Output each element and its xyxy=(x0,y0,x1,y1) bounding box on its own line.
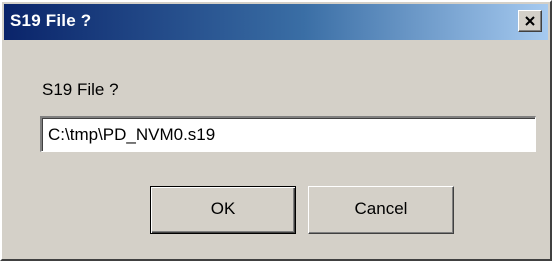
title-bar[interactable]: S19 File ? xyxy=(4,4,548,40)
ok-button[interactable]: OK xyxy=(150,186,296,234)
file-path-input[interactable] xyxy=(40,116,536,152)
close-button[interactable] xyxy=(518,10,542,32)
window-title: S19 File ? xyxy=(10,11,92,30)
dialog-window: S19 File ? S19 File ? OK Cancel xyxy=(0,0,552,261)
prompt-label: S19 File ? xyxy=(42,80,119,99)
close-icon xyxy=(525,16,535,26)
cancel-button[interactable]: Cancel xyxy=(308,186,454,234)
